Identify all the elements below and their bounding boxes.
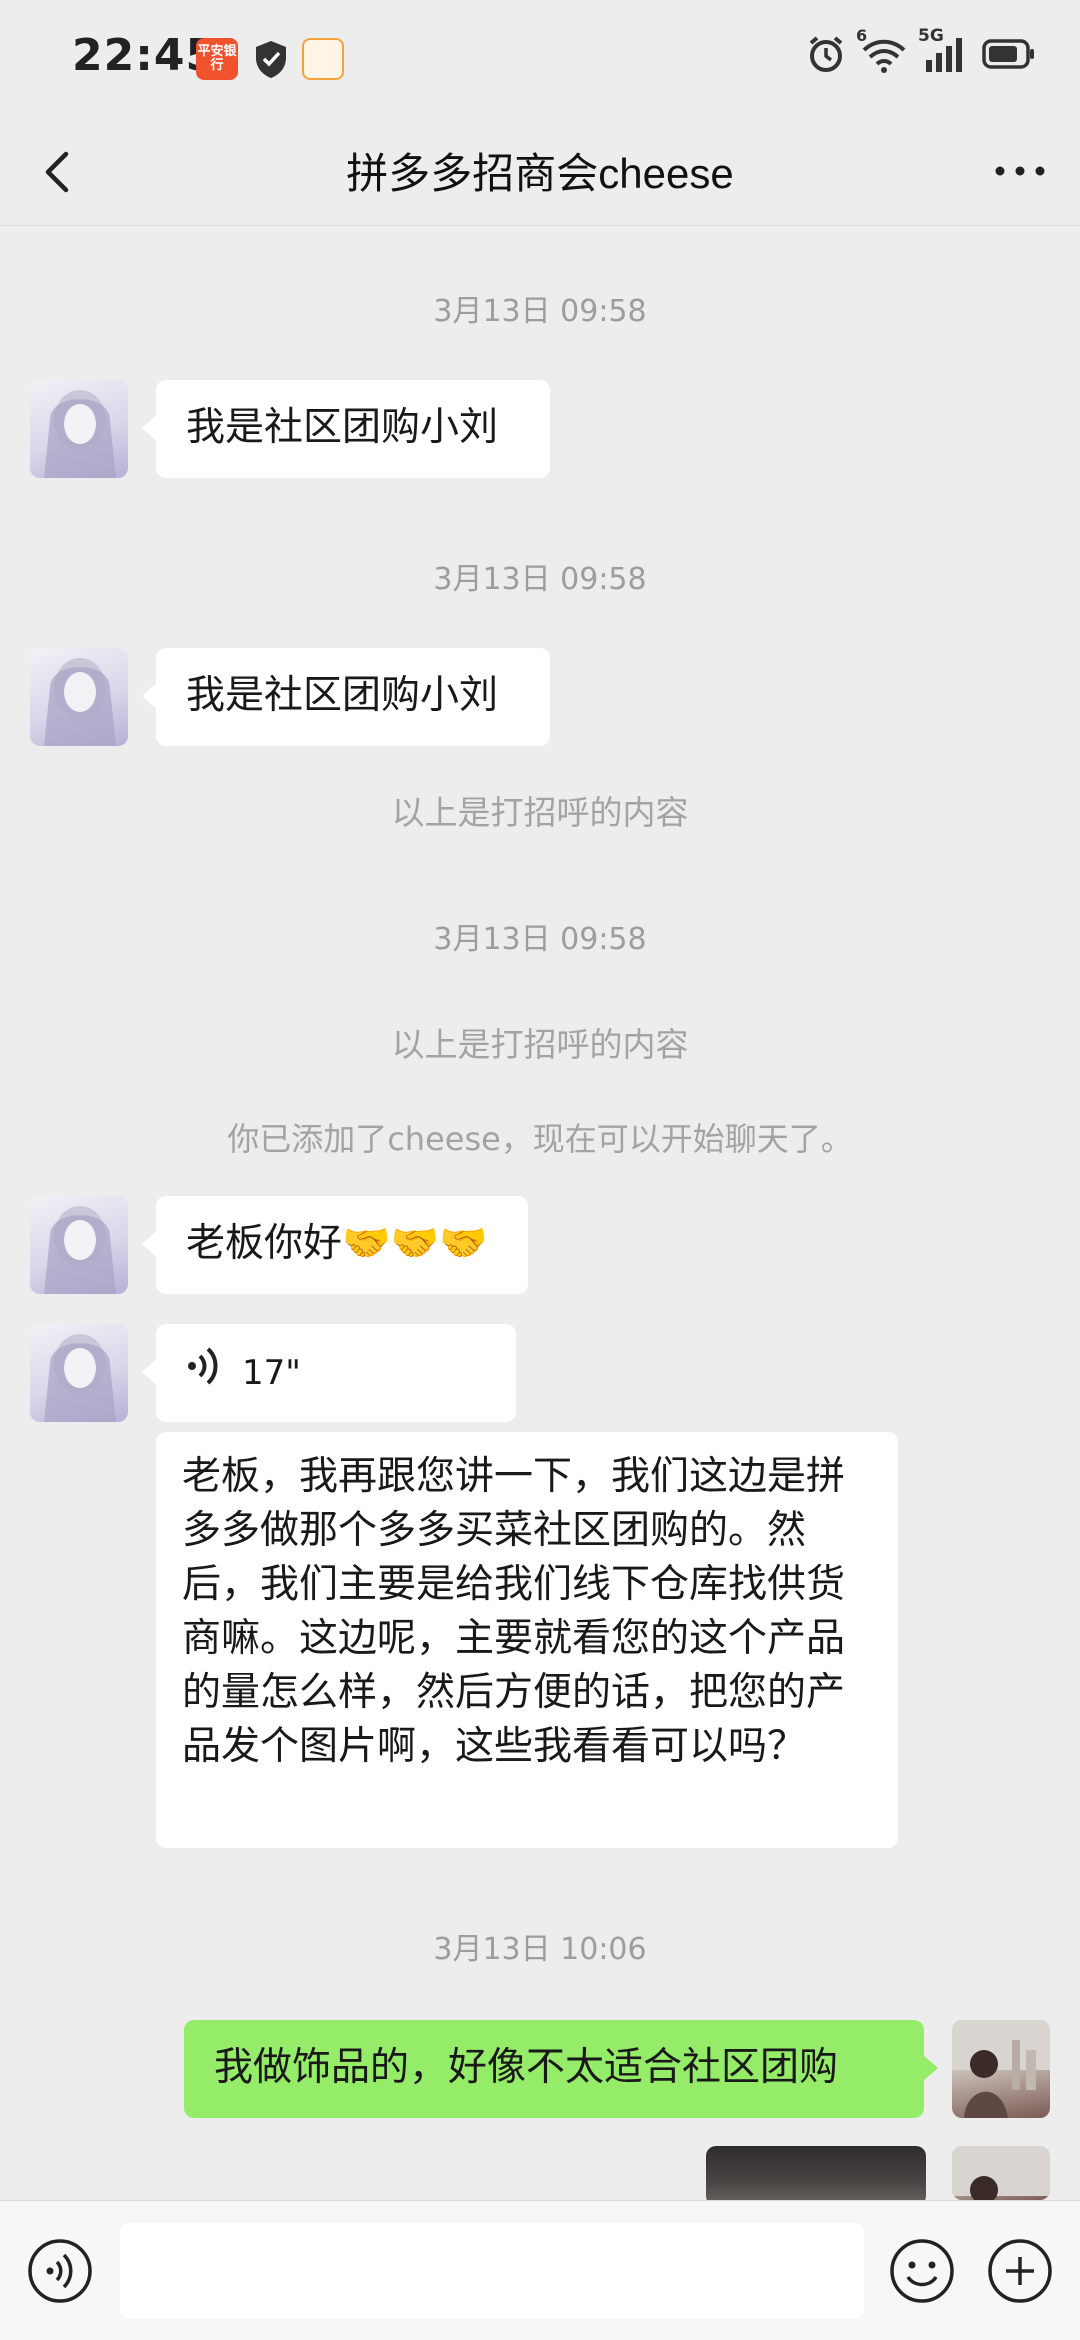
network-type: 5G [918, 26, 944, 46]
wifi-badge: 6 [856, 26, 868, 45]
sent-image-message[interactable] [706, 2146, 926, 2200]
wifi-icon: 6 [856, 26, 908, 74]
voice-duration: 17" [242, 1353, 301, 1393]
phone-app-icon [302, 38, 344, 80]
emoji-icon[interactable] [888, 2237, 956, 2305]
system-message: 你已添加了cheese，现在可以开始聊天了。 [227, 1120, 853, 1158]
shield-icon [250, 38, 292, 80]
message-bubble[interactable]: 我是社区团购小刘 [142, 648, 550, 746]
system-message: 以上是打招呼的内容 [391, 1025, 689, 1064]
chat-screen: 22:45 平安银行 6 5G 拼多多招商会cheese 3月13日 09:58… [0, 0, 1080, 2340]
bank-app-label: 平安银行 [197, 44, 237, 73]
status-bar: 22:45 平安银行 6 5G [0, 0, 1080, 120]
contact-avatar[interactable] [30, 380, 128, 478]
voice-message[interactable]: 17" [142, 1324, 516, 1422]
voice-wave-icon [186, 1346, 220, 1401]
my-avatar[interactable] [952, 2020, 1050, 2118]
timestamp: 3月13日 09:58 [433, 294, 647, 329]
cellular-icon: 5G [918, 26, 968, 74]
more-dots-icon[interactable] [990, 146, 1050, 196]
timestamp: 3月13日 09:58 [433, 922, 647, 957]
voice-icon[interactable] [26, 2237, 94, 2305]
timestamp: 3月13日 09:58 [433, 562, 647, 597]
bank-app-icon: 平安银行 [196, 38, 238, 80]
status-right-group: 6 5G [806, 26, 1036, 74]
plus-icon[interactable] [986, 2237, 1054, 2305]
message-list[interactable]: 3月13日 09:58 我是社区团购小刘 3月13日 09:58 我是社区团购小… [0, 226, 1080, 2200]
contact-avatar[interactable] [30, 1324, 128, 1422]
battery-icon [982, 39, 1036, 69]
timestamp: 3月13日 10:06 [433, 1932, 647, 1967]
nav-bar: 拼多多招商会cheese [0, 120, 1080, 226]
message-bubble[interactable]: 我是社区团购小刘 [142, 380, 550, 478]
input-bar [0, 2200, 1080, 2340]
message-input[interactable] [120, 2223, 864, 2319]
message-bubble[interactable]: 老板你好🤝🤝🤝 [142, 1196, 528, 1294]
contact-avatar[interactable] [30, 1196, 128, 1294]
system-message: 以上是打招呼的内容 [391, 793, 689, 832]
chat-title: 拼多多招商会cheese [346, 150, 734, 197]
alarm-icon [806, 34, 846, 74]
my-avatar[interactable] [952, 2146, 1050, 2200]
voice-transcript[interactable]: 老板，我再跟您讲一下，我们这边是拼多多做那个多多买菜社区团购的。然后，我们主要是… [156, 1432, 898, 1848]
contact-avatar[interactable] [30, 648, 128, 746]
sent-message-bubble[interactable]: 我做饰品的，好像不太适合社区团购 [184, 2020, 938, 2118]
